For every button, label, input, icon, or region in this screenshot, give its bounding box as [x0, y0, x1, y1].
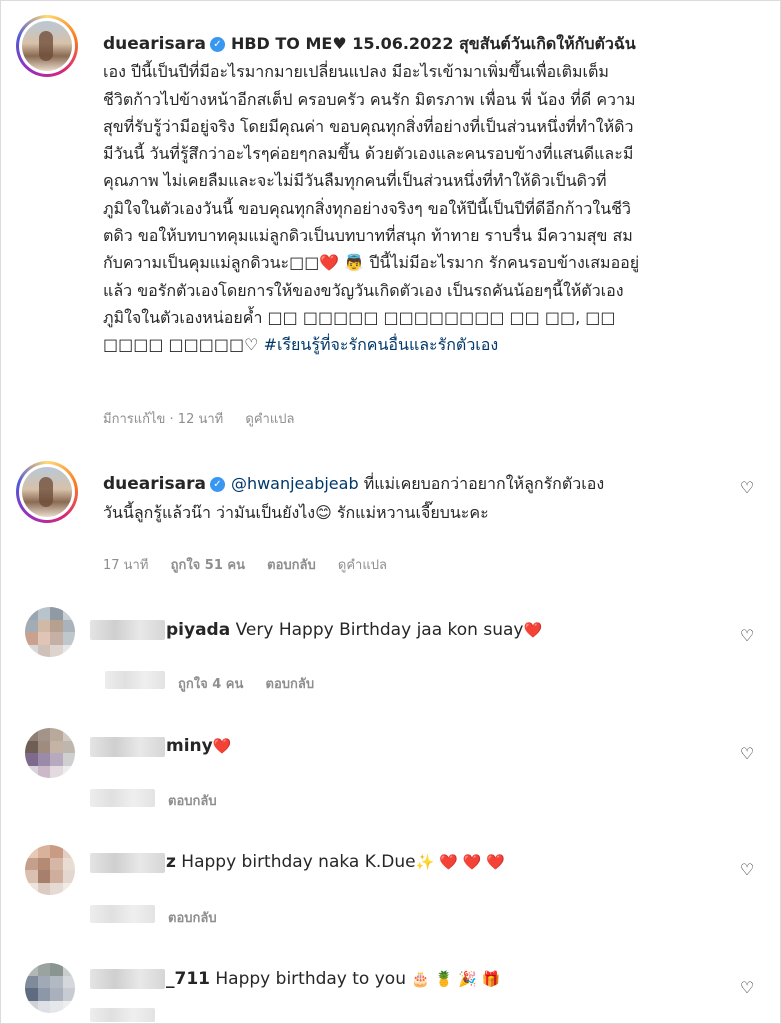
reply-time: 17 นาที: [103, 558, 149, 573]
heart-outline-icon[interactable]: ♡: [739, 628, 755, 644]
caption-line-10: ภูมิใจในตัวเองหน่อยค้ำ □□ □□□□□ □□□□□□□□…: [103, 307, 616, 327]
post-username[interactable]: duearisara: [103, 34, 206, 54]
emoji-group: ✨ ❤️ ❤️ ❤️: [415, 853, 505, 871]
mention-link[interactable]: @hwanjeabjeab: [231, 474, 359, 493]
comment-text: Happy birthday to you: [210, 969, 406, 989]
comment-handle[interactable]: _711: [166, 969, 210, 989]
comment-row: miny❤️: [166, 736, 231, 756]
blurred-time: [90, 1008, 155, 1022]
reply-button[interactable]: ตอบกลับ: [267, 558, 316, 573]
caption-line-4: มีวันนี้ วันที่รู้สึกว่าอะไรๆค่อยๆกลมขึ้…: [103, 144, 634, 164]
reply-button[interactable]: ตอบกลับ: [168, 794, 217, 809]
heart-outline-icon[interactable]: ♡: [739, 746, 755, 762]
heart-outline-icon[interactable]: ♡: [739, 980, 755, 996]
caption-line-3: สุขที่รับรู้ว่ามีอยู่จริง โดยมีคุณค่า ขอ…: [103, 116, 634, 136]
blurred-username: [90, 969, 165, 989]
caption-line-5: คุณภาพ ไม่เคยลืมและจะไม่มีวันลืมทุกคนที่…: [103, 171, 607, 191]
edited-time: มีการแก้ไข · 12 นาที: [103, 412, 224, 427]
comment-row: piyada Very Happy Birthday jaa kon suay❤…: [166, 620, 542, 640]
post-meta: มีการแก้ไข · 12 นาที ดูคำแปล: [103, 408, 312, 429]
blurred-username: [90, 853, 165, 873]
heart-outline-icon[interactable]: ♡: [739, 480, 755, 496]
caption-line-0: HBD TO ME♥ 15.06.2022 สุขสันต์วันเกิดให้…: [230, 34, 636, 53]
post-caption: duearisara ✓ HBD TO ME♥ 15.06.2022 สุขสันต…: [103, 30, 743, 359]
post-avatar[interactable]: [16, 15, 78, 77]
comment-handle[interactable]: piyada: [166, 620, 230, 640]
comment-text: Very Happy Birthday jaa kon suay: [230, 620, 524, 640]
caption-line-8: กับความเป็นคุมแม่ลูกดิวนะ□□❤️ 👼 ปีนี้ไม่…: [103, 253, 640, 273]
caption-line-1: เอง ปีนี้เป็นปีที่มีอะไรมากมายเปลี่ยนแปล…: [103, 62, 609, 82]
caption-line-9: แล้ว ขอรักตัวเองโดยการให้ของขวัญวันเกิดต…: [103, 280, 624, 300]
translate-link[interactable]: ดูคำแปล: [245, 412, 294, 427]
avatar[interactable]: [25, 963, 75, 1013]
comment-meta: ตอบกลับ: [168, 907, 235, 928]
reply-avatar[interactable]: [16, 461, 78, 523]
reply-username[interactable]: duearisara: [103, 474, 206, 494]
comment-likes[interactable]: ถูกใจ 4 คน: [178, 677, 243, 692]
caption-line-6: ภูมิใจในตัวเองวันนี้ ขอบคุณทุกสิ่งทุกอย่…: [103, 198, 631, 218]
blurred-time: [90, 789, 155, 807]
caption-line-2: ชีวิตก้าวไปข้างหน้าอีกสเต็ป ครอบครัว คนร…: [103, 89, 636, 109]
reply-text-line-2: วันนี้ลูกรู้แล้วน๊า ว่ามันเป็นยังไง😊 รัก…: [103, 502, 489, 522]
blurred-time: [105, 671, 165, 689]
emoji-group: 🎂 🍍 🎉 🎁: [411, 970, 501, 988]
blurred-username: [90, 737, 165, 757]
comment-handle[interactable]: z: [166, 852, 176, 872]
heart-outline-icon[interactable]: ♡: [739, 862, 755, 878]
reply-likes[interactable]: ถูกใจ 51 คน: [171, 558, 245, 573]
comment-meta: ตอบกลับ: [168, 790, 235, 811]
avatar[interactable]: [25, 607, 75, 657]
verified-badge-icon: ✓: [209, 37, 225, 52]
avatar[interactable]: [25, 728, 75, 778]
comment-handle[interactable]: miny: [166, 736, 213, 756]
comment-meta: ถูกใจ 4 คน ตอบกลับ: [178, 673, 332, 694]
caption-line-11: □□□□ □□□□□♡: [103, 335, 259, 355]
comment-row: _711 Happy birthday to you 🎂 🍍 🎉 🎁: [166, 969, 500, 989]
hashtag-link[interactable]: #เรียนรู้ที่จะรักคนอื่นและรักตัวเอง: [264, 335, 499, 354]
reply-button[interactable]: ตอบกลับ: [168, 911, 217, 926]
reply-meta: 17 นาที ถูกใจ 51 คน ตอบกลับ ดูคำแปล: [103, 554, 405, 575]
reply-button[interactable]: ตอบกลับ: [266, 677, 315, 692]
comment-row: z Happy birthday naka K.Due✨ ❤️ ❤️ ❤️: [166, 852, 505, 872]
reply-comment: duearisara ✓ @hwanjeabjeab ที่แม่เคยบอกว่า…: [103, 470, 723, 526]
reply-text-line-1: ที่แม่เคยบอกว่าอยากให้ลูกรักตัวเอง: [358, 474, 605, 493]
avatar[interactable]: [25, 845, 75, 895]
comment-text: Happy birthday naka K.Due: [175, 852, 416, 872]
reply-translate-link[interactable]: ดูคำแปล: [338, 558, 387, 573]
heart-emoji: ❤️: [523, 621, 543, 639]
blurred-username: [90, 620, 165, 640]
verified-badge-icon: ✓: [209, 477, 225, 492]
heart-emoji: ❤️: [212, 737, 232, 755]
blurred-time: [90, 905, 155, 923]
caption-line-7: ตดิว ขอให้บทบาทคุมแม่ลูกดิวเป็นบทบาทที่ส…: [103, 226, 633, 246]
